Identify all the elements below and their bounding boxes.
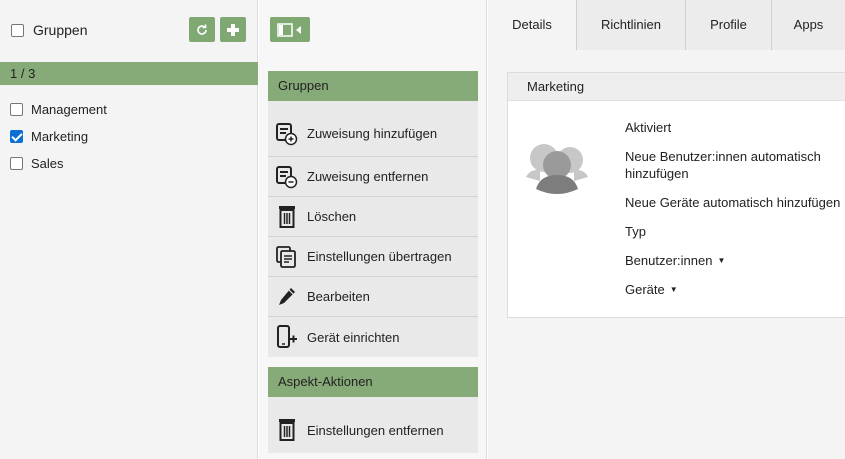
action-label: Zuweisung entfernen <box>307 169 429 184</box>
management-checkbox[interactable] <box>10 103 23 116</box>
section-header-aspekt-aktionen: Aspekt-Aktionen <box>268 367 478 406</box>
field-typ: Typ <box>625 224 646 239</box>
sales-checkbox[interactable] <box>10 157 23 170</box>
action-zuweisung-hinzufuegen[interactable]: Zuweisung hinzufügen <box>268 101 478 157</box>
action-label: Löschen <box>307 209 357 224</box>
sidebar-collapse-icon <box>277 22 301 37</box>
group-avatar-icon <box>526 141 588 200</box>
copy-settings-icon <box>276 245 298 269</box>
action-label: Einstellungen entfernen <box>307 422 444 438</box>
tab-richtlinien[interactable]: Richtlinien <box>577 0 686 50</box>
marketing-checkbox[interactable] <box>10 130 23 143</box>
action-label: Gerät einrichten <box>307 329 400 345</box>
dropdown-label: Benutzer:innen <box>625 253 713 268</box>
device-add-icon <box>276 325 298 349</box>
detail-pane: Details Richtlinien Profile Apps Marketi… <box>488 0 845 459</box>
field-aktiviert: Aktiviert <box>625 120 672 135</box>
section-header-gruppen: Gruppen <box>268 71 478 110</box>
action-geraet-einrichten[interactable]: Gerät einrichten <box>268 317 478 357</box>
action-einstellungen-entfernen[interactable]: Einstellungen entfernen <box>268 397 478 453</box>
add-group-button[interactable] <box>220 17 246 42</box>
group-list-header: Gruppen <box>0 0 257 60</box>
list-item-sales[interactable]: Sales <box>10 150 107 177</box>
field-neue-benutzer: Neue Benutzer:innen automatisch hinzufüg… <box>625 149 821 181</box>
actions-pane: Gruppen Zuweisung hinzufügen Zuweisung e… <box>259 0 487 459</box>
action-label: Einstellungen übertragen <box>307 249 452 264</box>
geraete-dropdown[interactable]: Geräte ▼ <box>625 281 845 298</box>
action-label: Zuweisung hinzufügen <box>307 126 438 141</box>
group-list-pane: Gruppen 1 / 3 Management Marketing Sales <box>0 0 258 459</box>
field-neue-geraete: Neue Geräte automatisch hinzufügen <box>625 195 841 210</box>
trash-icon <box>276 418 298 442</box>
assign-add-icon <box>276 122 298 146</box>
pencil-icon <box>276 285 298 309</box>
trash-icon <box>276 205 298 229</box>
group-list: Management Marketing Sales <box>10 96 107 177</box>
benutzer-dropdown[interactable]: Benutzer:innen ▼ <box>625 252 845 269</box>
list-item-label: Sales <box>31 156 64 171</box>
group-detail-card: Marketing Aktiviert Neue Benutzer:innen … <box>507 72 845 318</box>
refresh-button[interactable] <box>189 17 215 42</box>
tab-profile[interactable]: Profile <box>686 0 772 50</box>
plus-icon <box>227 23 239 36</box>
gruppen-actions: Zuweisung hinzufügen Zuweisung entfernen… <box>268 101 478 357</box>
tab-details[interactable]: Details <box>488 0 577 50</box>
detail-fields: Aktiviert Neue Benutzer:innen automatisc… <box>625 119 845 298</box>
toggle-sidebar-button[interactable] <box>270 17 310 42</box>
card-title: Marketing <box>508 73 845 101</box>
action-label: Bearbeiten <box>307 289 370 304</box>
list-item-label: Management <box>31 102 107 117</box>
list-item-marketing[interactable]: Marketing <box>10 123 107 150</box>
list-item-management[interactable]: Management <box>10 96 107 123</box>
caret-down-icon: ▼ <box>669 285 678 294</box>
action-einstellungen-uebertragen[interactable]: Einstellungen übertragen <box>268 237 478 277</box>
aspekt-actions: Einstellungen entfernen <box>268 397 478 453</box>
select-all-checkbox[interactable] <box>11 23 24 37</box>
assign-remove-icon <box>276 165 298 189</box>
dropdown-label: Geräte <box>625 282 665 297</box>
caret-down-icon: ▼ <box>717 256 726 265</box>
action-loeschen[interactable]: Löschen <box>268 197 478 237</box>
tab-apps[interactable]: Apps <box>772 0 845 50</box>
detail-tabs: Details Richtlinien Profile Apps <box>488 0 845 50</box>
refresh-icon <box>197 24 207 35</box>
selection-counter: 1 / 3 <box>0 62 258 85</box>
group-list-title: Gruppen <box>33 22 88 38</box>
list-item-label: Marketing <box>31 129 89 144</box>
action-zuweisung-entfernen[interactable]: Zuweisung entfernen <box>268 157 478 197</box>
action-bearbeiten[interactable]: Bearbeiten <box>268 277 478 317</box>
